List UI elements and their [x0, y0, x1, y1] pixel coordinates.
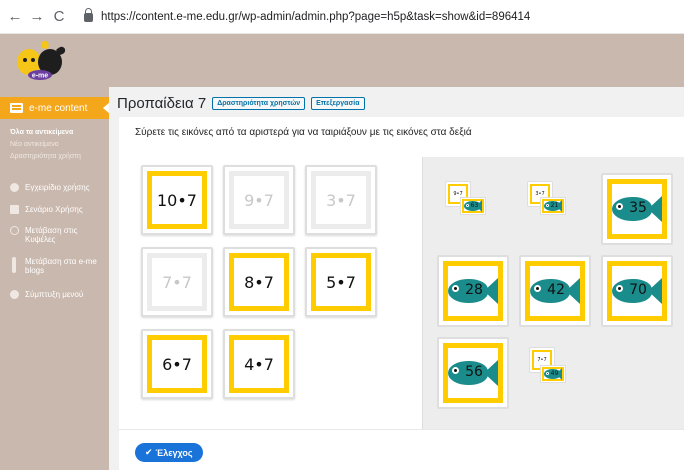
instructions: Σύρετε τις εικόνες από τα αριστερά για ν… [135, 127, 472, 138]
card-label: 8•7 [229, 253, 289, 311]
submenu-user-activity[interactable]: Δραστηριότητα χρήστη [10, 151, 81, 163]
draggable-card[interactable]: 7•7 [141, 247, 213, 317]
back-icon[interactable]: ← [4, 6, 26, 28]
fish-icon: 28 [448, 277, 498, 305]
card-label: 10•7 [147, 171, 207, 229]
sidebar-item-label: Μετάβαση στα e-me blogs [25, 257, 97, 275]
fish-icon: 63 [464, 200, 482, 212]
sidebar-item-label: Σενάριο Χρήσης [25, 205, 83, 214]
sidebar-item-scenario[interactable]: Σενάριο Χρήσης [10, 205, 106, 214]
draggables-area: 10•7 9•7 3•7 7•7 8•7 5•7 6•7 4•7 [129, 159, 419, 428]
sidebar-item-e-me-content[interactable]: e-me content [0, 97, 110, 119]
fish-number: 42 [547, 282, 565, 298]
h5p-activity: Σύρετε τις εικόνες από τα αριστερά για ν… [119, 117, 684, 470]
dropzone[interactable]: 21 [540, 197, 566, 215]
logo-text: e-me [32, 73, 48, 80]
fish-icon: 35 [612, 195, 662, 223]
card-label: 3•7 [311, 171, 371, 229]
draggable-card[interactable]: 8•7 [223, 247, 295, 317]
sidebar-item-label: Εγχειρίδιο χρήσης [25, 183, 90, 192]
fish-number: 21 [550, 202, 559, 209]
fish-icon: 56 [448, 359, 498, 387]
submenu-new-item[interactable]: Νέο αντικείμενο [10, 139, 81, 151]
dropzone[interactable]: 63 [460, 197, 486, 215]
fish-number: 28 [465, 282, 483, 298]
admin-sidebar: e-me content Όλα τα αντικείμενα Νέο αντι… [0, 87, 110, 470]
blog-icon [12, 257, 16, 273]
fish-number: 49 [550, 370, 559, 377]
reload-icon[interactable]: C [48, 6, 70, 28]
lock-icon [84, 8, 93, 22]
user-activity-button[interactable]: Δραστηριότητα χρηστών [212, 97, 306, 110]
activity-footer: ✔ Έλεγχος [119, 429, 684, 470]
draggable-card[interactable]: 6•7 [141, 329, 213, 399]
dropzones-area: 9•7 63 3•7 21 35 28 42 70 56 7•7 49 [422, 157, 684, 429]
check-button[interactable]: ✔ Έλεγχος [135, 443, 203, 462]
submenu-all-items[interactable]: Όλα τα αντικείμενα [10, 127, 81, 139]
card-label: 9•7 [229, 171, 289, 229]
fish-icon: 49 [544, 368, 562, 380]
fish-icon: 70 [612, 277, 662, 305]
sidebar-item-collapse[interactable]: Σύμπτυξη μενού [10, 290, 106, 299]
forward-icon[interactable]: → [26, 6, 48, 28]
page-title: Προπαίδεια 7 [117, 95, 207, 112]
fish-number: 63 [470, 202, 479, 209]
card-label: 5•7 [311, 253, 371, 311]
admin-header: e-me [0, 34, 684, 87]
draggable-card[interactable]: 5•7 [305, 247, 377, 317]
draggable-card[interactable]: 10•7 [141, 165, 213, 235]
help-icon [10, 183, 19, 192]
circle-icon [10, 226, 19, 235]
dropzone[interactable]: 49 [540, 365, 566, 383]
submenu: Όλα τα αντικείμενα Νέο αντικείμενο Δραστ… [10, 127, 81, 163]
url-text: https://content.e-me.edu.gr/wp-admin/adm… [101, 10, 531, 23]
collapse-icon [10, 290, 19, 299]
main-content: Προπαίδεια 7 Δραστηριότητα χρηστών Επεξε… [109, 87, 684, 470]
draggable-card[interactable]: 3•7 [305, 165, 377, 235]
sidebar-item-blogs[interactable]: Μετάβαση στα e-me blogs [10, 257, 106, 275]
sidebar-item-label: e-me content [29, 102, 88, 114]
draggable-card[interactable]: 4•7 [223, 329, 295, 399]
check-icon: ✔ [145, 447, 153, 457]
fish-number: 35 [629, 200, 647, 216]
sidebar-item-label: Σύμπτυξη μενού [25, 290, 84, 299]
fish-icon: 21 [544, 200, 562, 212]
dropzone[interactable]: 42 [519, 255, 591, 327]
e-me-logo[interactable]: e-me [12, 38, 68, 82]
dropzone[interactable]: 35 [601, 173, 673, 245]
fish-number: 56 [465, 364, 483, 380]
menu-icon [10, 103, 23, 113]
browser-toolbar: ← → C https://content.e-me.edu.gr/wp-adm… [0, 0, 684, 34]
sidebar-item-label: Μετάβαση στις Κυψέλες [25, 226, 78, 244]
edit-button[interactable]: Επεξεργασία [311, 97, 365, 110]
fish-icon: 42 [530, 277, 580, 305]
dropzone[interactable]: 70 [601, 255, 673, 327]
check-label: Έλεγχος [155, 447, 193, 458]
sidebar-item-manual[interactable]: Εγχειρίδιο χρήσης [10, 183, 106, 192]
card-label: 7•7 [147, 253, 207, 311]
draggable-card[interactable]: 9•7 [223, 165, 295, 235]
dropzone[interactable]: 28 [437, 255, 509, 327]
card-label: 6•7 [147, 335, 207, 393]
address-bar[interactable]: https://content.e-me.edu.gr/wp-admin/adm… [84, 5, 530, 29]
title-row: Προπαίδεια 7 Δραστηριότητα χρηστών Επεξε… [117, 95, 371, 112]
dropzone[interactable]: 56 [437, 337, 509, 409]
sidebar-item-hives[interactable]: Μετάβαση στις Κυψέλες [10, 226, 106, 244]
document-icon [10, 205, 19, 214]
card-label: 4•7 [229, 335, 289, 393]
fish-number: 70 [629, 282, 647, 298]
